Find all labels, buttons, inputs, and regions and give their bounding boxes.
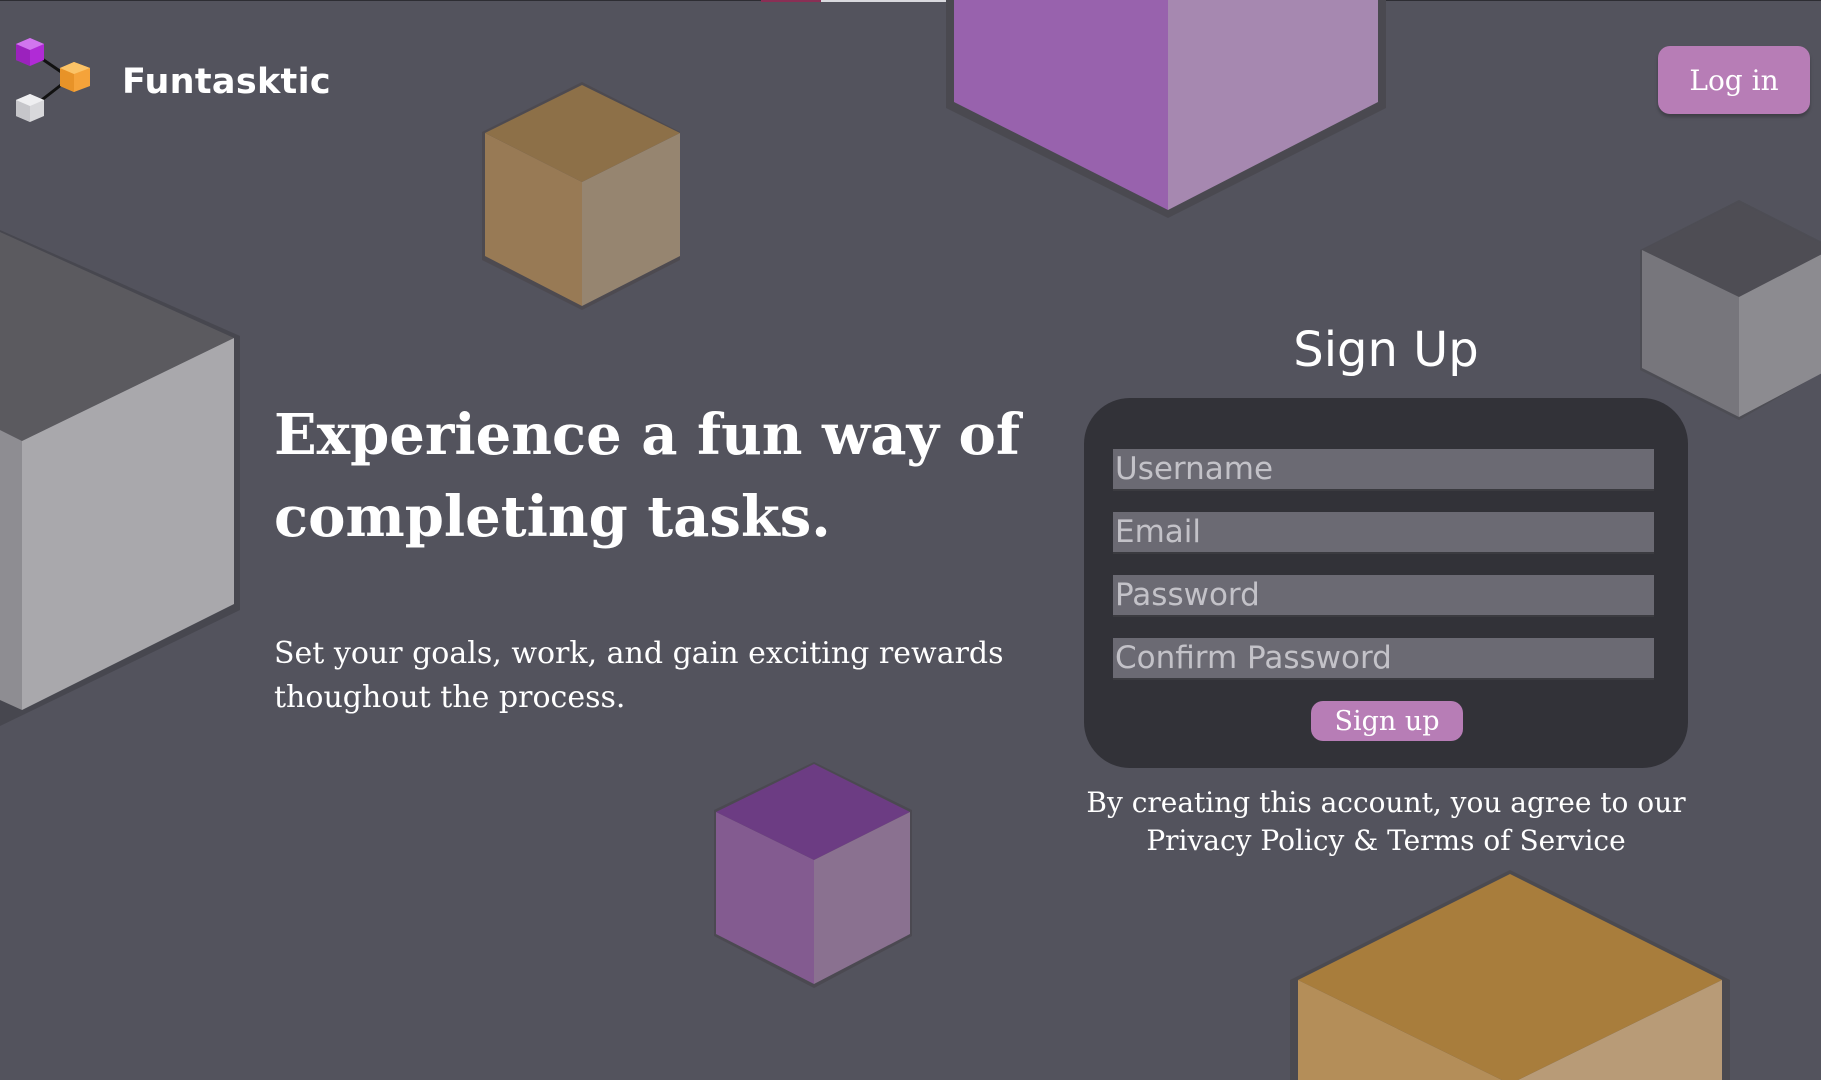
tan-cube <box>478 80 688 314</box>
confirm-password-field[interactable] <box>1113 638 1654 680</box>
brand-name: Funtasktic <box>122 62 331 102</box>
hero-subtitle: Set your goals, work, and gain exciting … <box>274 636 1004 715</box>
signup-form: Sign up <box>1084 398 1688 768</box>
logo-cubes-icon <box>16 38 90 122</box>
signup-button[interactable]: Sign up <box>1311 701 1463 741</box>
gray-cube-right <box>1636 196 1821 428</box>
brand-logo[interactable]: Funtasktic <box>12 38 331 126</box>
top-accent-line <box>761 0 821 2</box>
username-field[interactable] <box>1113 449 1654 491</box>
email-field[interactable] <box>1113 512 1654 554</box>
login-button[interactable]: Log in <box>1658 46 1810 114</box>
violet-cube <box>710 760 920 992</box>
hero-title: Experience a fun way of completing tasks… <box>274 402 1020 550</box>
password-field[interactable] <box>1113 575 1654 617</box>
signup-title: Sign Up <box>1293 322 1479 378</box>
gold-cube <box>1290 868 1730 1080</box>
gray-cube-left <box>0 230 250 730</box>
purple-cube-top <box>946 0 1386 222</box>
terms-notice: By creating this account, you agree to o… <box>1086 786 1686 857</box>
